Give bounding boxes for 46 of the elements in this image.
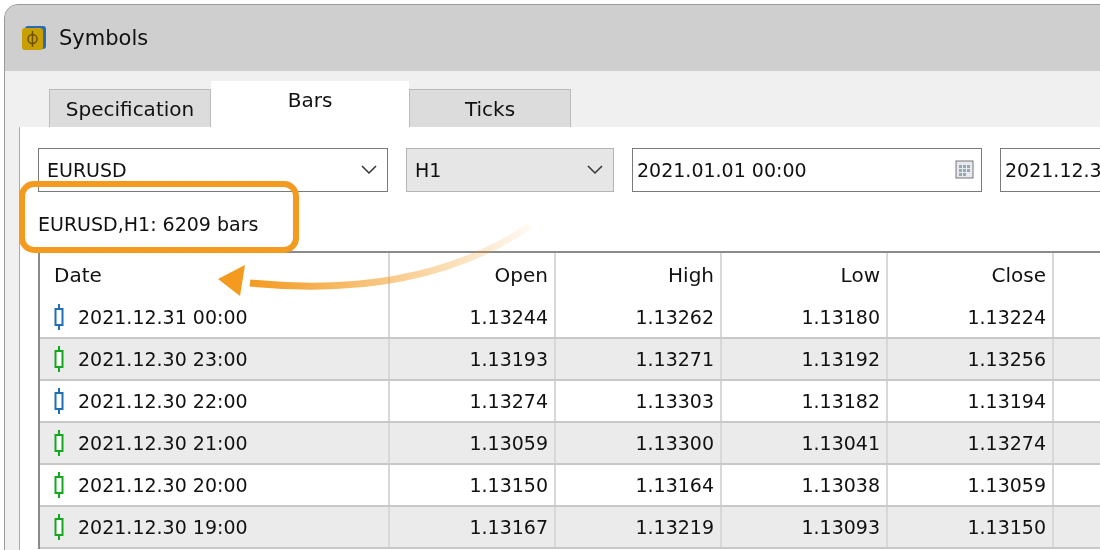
tab[interactable]: Bars: [211, 81, 409, 127]
table-cell: 2021.12.30 22:00: [78, 390, 248, 412]
window-title: Symbols: [59, 26, 149, 50]
table-cell: 2021.12.30 23:00: [78, 348, 248, 370]
table-cell: 1.13059: [888, 465, 1054, 505]
table-cell: 2021.12.31 00:00: [78, 306, 248, 328]
column-header[interactable]: High: [556, 253, 722, 297]
table-cell: 1.13180: [722, 297, 888, 337]
table-cell: 1.13262: [556, 297, 722, 337]
table-cell: 1.13093: [722, 507, 888, 547]
table-cell: 1.13194: [888, 381, 1054, 421]
bar-count-text: EURUSD,H1: 6209 bars: [38, 212, 259, 237]
chevron-down-icon[interactable]: [361, 165, 377, 175]
table-cell: 1.13274: [390, 381, 556, 421]
table-cell: 2021.12.30 19:00: [78, 516, 248, 538]
symbol-dropdown[interactable]: EURUSD: [38, 148, 388, 192]
table-cell: 1.13256: [888, 339, 1054, 379]
tab[interactable]: Specification: [49, 89, 211, 127]
start-date-field[interactable]: 2021.01.01 00:00: [632, 148, 982, 192]
end-date-field[interactable]: 2021.12.3: [1000, 148, 1100, 192]
table-cell: 1.13224: [888, 297, 1054, 337]
table-cell: 1.13274: [888, 423, 1054, 463]
table-cell: 1.13150: [390, 465, 556, 505]
dollar-coin-icon: [21, 25, 47, 51]
table-cell: 1.13192: [722, 339, 888, 379]
table-cell: 1.13300: [556, 423, 722, 463]
tab[interactable]: Ticks: [409, 89, 571, 127]
table-cell: 2021.12.30 21:00: [78, 432, 248, 454]
table-cell: 1.13059: [390, 423, 556, 463]
table-cell: 1.13164: [556, 465, 722, 505]
table-cell: 1.13271: [556, 339, 722, 379]
table-cell: 1.13150: [888, 507, 1054, 547]
column-header[interactable]: Open: [390, 253, 556, 297]
table-cell: 1.13303: [556, 381, 722, 421]
table-cell: 1.13038: [722, 465, 888, 505]
table-cell: 1.13193: [390, 339, 556, 379]
table-cell: 2021.12.30 20:00: [78, 474, 248, 496]
table-cell: 1.13219: [556, 507, 722, 547]
chevron-down-icon[interactable]: [587, 165, 603, 175]
table-cell: 1.13244: [390, 297, 556, 337]
table-cell: 1.13041: [722, 423, 888, 463]
table-cell: 1.13167: [390, 507, 556, 547]
column-header[interactable]: Close: [888, 253, 1054, 297]
column-header[interactable]: Low: [722, 253, 888, 297]
timeframe-dropdown[interactable]: H1: [406, 148, 614, 192]
table-cell: 1.13182: [722, 381, 888, 421]
